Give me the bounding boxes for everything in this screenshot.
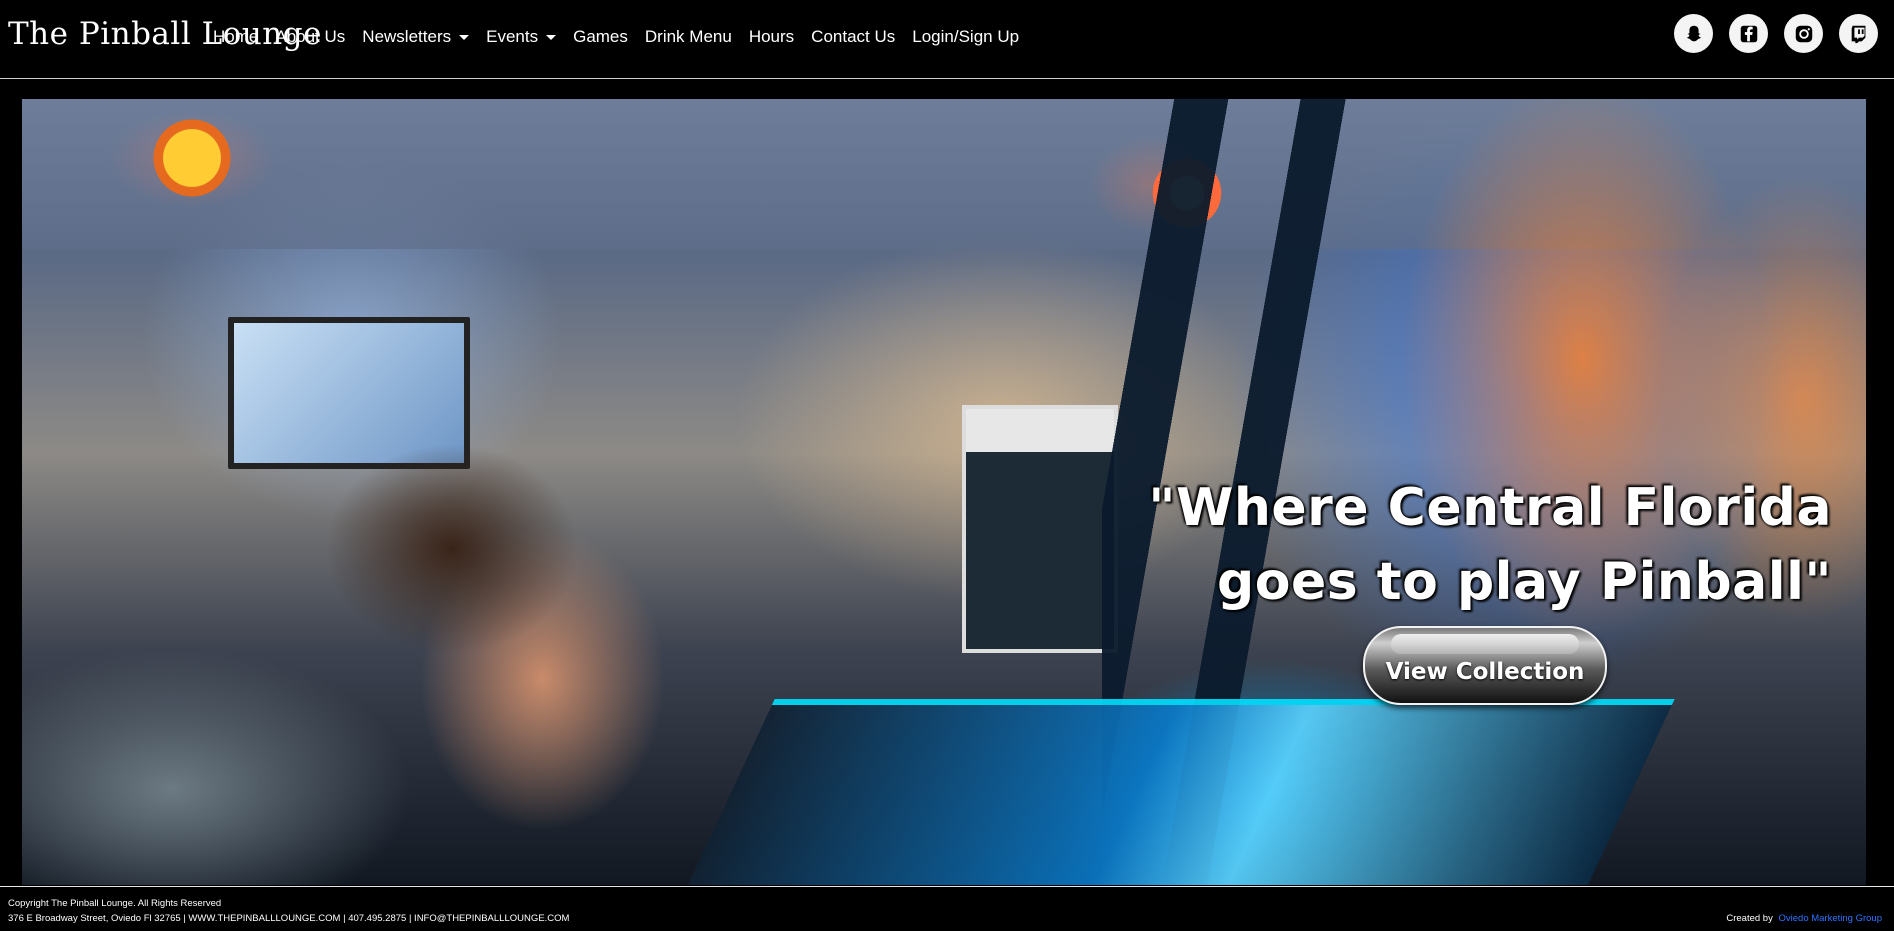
snapchat-icon (1686, 25, 1701, 41)
view-collection-label: View Collection (1385, 658, 1585, 685)
site-footer: Copyright The Pinball Lounge. All Rights… (0, 886, 1894, 931)
social-links (1674, 14, 1878, 53)
view-collection-button[interactable]: View Collection (1363, 626, 1607, 705)
twitch-icon (1851, 25, 1865, 43)
nav-events-dropdown[interactable]: Events (486, 27, 557, 47)
neon-sign (147, 113, 237, 203)
credit-link[interactable]: Oviedo Marketing Group (1779, 913, 1883, 924)
footer-credit: Created by Oviedo Marketing Group (1726, 913, 1882, 924)
credit-label: Created by (1726, 913, 1773, 924)
snapchat-link[interactable] (1674, 14, 1713, 53)
nav-about-us[interactable]: About Us (275, 27, 345, 47)
nav-login-signup[interactable]: Login/Sign Up (912, 27, 1019, 47)
facebook-icon (1740, 25, 1757, 42)
hero-headline: "Where Central Florida goes to play Pinb… (1032, 471, 1832, 619)
main-nav: Home About Us Newsletters Events Games D… (213, 27, 1036, 47)
nav-contact-us[interactable]: Contact Us (811, 27, 895, 47)
footer-copyright: Copyright The Pinball Lounge. All Rights… (8, 898, 222, 909)
chevron-down-icon (459, 34, 470, 40)
instagram-link[interactable] (1784, 14, 1823, 53)
hero-banner: "Where Central Florida goes to play Pinb… (22, 99, 1866, 885)
nav-newsletters-dropdown[interactable]: Newsletters (362, 27, 470, 47)
instagram-icon (1795, 25, 1812, 42)
facebook-link[interactable] (1729, 14, 1768, 53)
headline-line-1: "Where Central Florida (1148, 478, 1832, 538)
nav-hours[interactable]: Hours (749, 27, 794, 47)
nav-drink-menu[interactable]: Drink Menu (645, 27, 732, 47)
site-header: The Pinball Lounge Home About Us Newslet… (0, 0, 1894, 79)
twitch-link[interactable] (1839, 14, 1878, 53)
chevron-down-icon (546, 34, 557, 40)
pinball-playfield (669, 699, 1675, 885)
headline-line-2: goes to play Pinball" (1217, 552, 1832, 612)
player-silhouette (22, 429, 782, 885)
nav-home[interactable]: Home (213, 27, 258, 47)
footer-address: 376 E Broadway Street, Oviedo Fl 32765 |… (8, 913, 570, 924)
nav-games[interactable]: Games (573, 27, 628, 47)
